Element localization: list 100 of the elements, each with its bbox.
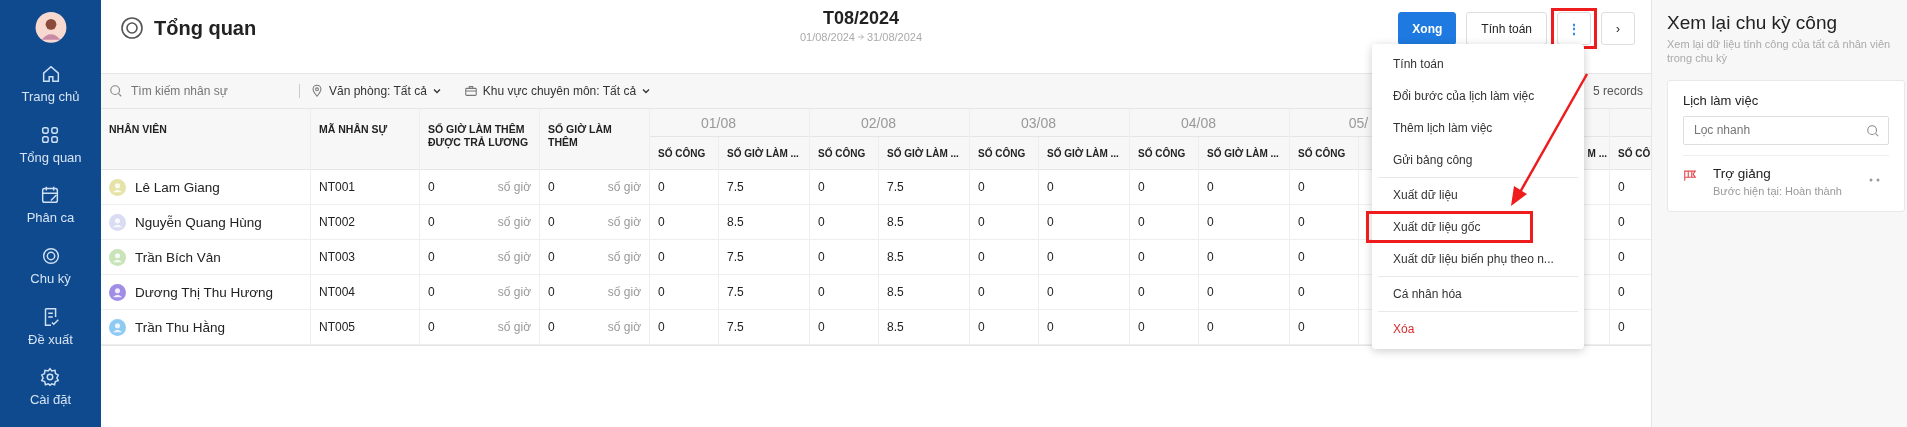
date-header: 01/08 <box>650 109 809 137</box>
menu-item[interactable]: Xuất dữ liệu gốc <box>1372 211 1584 243</box>
table-cell: 0 <box>970 240 1038 275</box>
table-cell: 0 <box>1290 275 1358 310</box>
unit-label: số giờ <box>497 320 531 334</box>
menu-item[interactable]: Đổi bước của lịch làm việc <box>1372 80 1584 112</box>
employee-name[interactable]: Lê Lam Giang <box>135 179 220 195</box>
location-pin-icon <box>310 84 324 98</box>
table-cell: 0 <box>1130 240 1198 275</box>
column-header: SỐ CÔ <box>1610 137 1651 170</box>
column-header: SỐ GIỜ LÀM ... <box>719 137 809 170</box>
table-cell: 0 <box>1290 170 1358 205</box>
chevron-down-icon <box>641 86 652 96</box>
chevron-down-icon <box>431 86 442 96</box>
table-cell: NT004 <box>311 275 419 310</box>
end-date: 31/08/2024 <box>867 31 923 43</box>
table-cell: 7.5 <box>719 310 809 345</box>
flag-icon <box>1683 168 1697 182</box>
table-cell: 0 <box>428 250 435 264</box>
table-cell: 8.5 <box>719 205 809 240</box>
table-cell: NT005 <box>311 310 419 345</box>
sidebar-item[interactable]: Đề xuất <box>28 305 73 367</box>
column-header: SỐ CÔNG <box>970 137 1038 170</box>
table-cell: 7.5 <box>719 275 809 310</box>
table-cell: 0 <box>810 275 878 310</box>
search-icon <box>1866 123 1880 138</box>
menu-item[interactable]: Xuất dữ liệu <box>1372 179 1584 211</box>
table-cell: 0 <box>1290 205 1358 240</box>
panel-title: Xem lại chu kỳ công <box>1667 12 1839 34</box>
table-cell: 0 <box>650 170 718 205</box>
panel-subtitle: Xem lại dữ liệu tính công của tất cả nhân viên trong chu kỳ <box>1667 38 1892 66</box>
employee-name[interactable]: Trần Bích Vân <box>135 249 221 265</box>
user-avatar[interactable] <box>34 12 67 43</box>
table-cell: 0 <box>970 310 1038 345</box>
calculate-button[interactable]: Tính toán <box>1466 12 1547 45</box>
table-cell: NT002 <box>311 205 419 240</box>
menu-item[interactable]: Cá nhân hóa <box>1372 278 1584 310</box>
schedule-name[interactable]: Trợ giảng <box>1713 165 1869 181</box>
table-cell: NT003 <box>311 240 419 275</box>
unit-label: số giờ <box>607 180 641 194</box>
page-title: Tổng quan <box>154 16 257 40</box>
unit-label: số giờ <box>607 320 641 334</box>
table-cell: 0 <box>428 215 435 229</box>
table-cell: 0 <box>548 285 555 299</box>
office-dropdown[interactable]: Văn phòng: Tất cả <box>310 84 442 98</box>
table-cell: 0 <box>428 180 435 194</box>
employee-name[interactable]: Nguyễn Quang Hùng <box>135 214 262 230</box>
table-cell: 8.5 <box>879 310 969 345</box>
table-cell: 0 <box>1130 205 1198 240</box>
more-icon[interactable] <box>1869 177 1881 182</box>
column-header: SỐ GIỜ LÀM ... <box>879 137 969 170</box>
table-cell: 8.5 <box>879 275 969 310</box>
table-cell: 0 <box>1039 310 1129 345</box>
search-field[interactable]: Tìm kiếm nhân sự <box>101 83 299 99</box>
menu-item[interactable]: Xuất dữ liệu biến phụ theo n... <box>1372 243 1584 275</box>
briefcase-icon <box>463 84 478 98</box>
date-header: 02/08 <box>810 109 969 137</box>
more-button[interactable]: ⋮ <box>1557 12 1591 45</box>
column-header: SỐ CÔNG <box>1290 137 1358 170</box>
table-cell: 0 <box>1039 275 1129 310</box>
start-date: 01/08/2024 <box>799 31 855 43</box>
table-cell: 0 <box>548 320 555 334</box>
table-cell: 0 <box>1199 170 1289 205</box>
sidebar-item[interactable]: Trang chủ <box>21 62 80 124</box>
sidebar-item[interactable]: Chu kỳ <box>30 244 71 306</box>
table-cell: 0 <box>428 320 435 334</box>
column-header: SỐ GIỜ LÀM ... <box>1039 137 1129 170</box>
table-cell: 0 <box>548 250 555 264</box>
table-cell: NT001 <box>311 170 419 205</box>
sidebar-item[interactable]: Tổng quan <box>19 123 82 185</box>
target-icon <box>120 16 144 40</box>
card-title: Lịch làm việc <box>1683 92 1760 108</box>
column-header: SỐ CÔNG <box>810 137 878 170</box>
filter-field[interactable]: Lọc nhanh <box>1683 115 1889 145</box>
employee-name[interactable]: Dương Thị Thu Hương <box>135 284 274 300</box>
table-cell: 0 <box>1199 205 1289 240</box>
done-button[interactable]: Xong <box>1398 12 1457 45</box>
table-cell: 0 <box>1039 170 1129 205</box>
table-cell: 0 <box>1290 240 1358 275</box>
table-cell: 0 <box>1199 310 1289 345</box>
unit-label: số giờ <box>607 250 641 264</box>
menu-item[interactable]: Tính toán <box>1372 48 1584 80</box>
employee-name[interactable]: Trần Thu Hằng <box>135 319 226 335</box>
search-icon <box>109 84 123 98</box>
sidebar-item[interactable]: Phân ca <box>26 184 75 245</box>
unit-label: số giờ <box>497 285 531 299</box>
sidebar-item[interactable]: Cài đặt <box>29 366 72 427</box>
table-cell: 0 <box>1130 275 1198 310</box>
unit-label: số giờ <box>497 180 531 194</box>
schedule-step: Bước hiện tại: Hoàn thành <box>1713 184 1869 197</box>
table-cell: 0 <box>650 275 718 310</box>
column-header: MÃ NHÂN SỰ <box>311 109 419 170</box>
area-dropdown[interactable]: Khu vực chuyên môn: Tất cả <box>463 84 652 98</box>
next-button[interactable]: › <box>1601 12 1635 45</box>
table-cell: 0 <box>970 170 1038 205</box>
unit-label: số giờ <box>497 250 531 264</box>
table-cell: 0 <box>1130 170 1198 205</box>
menu-item[interactable]: Xóa <box>1372 313 1584 345</box>
unit-label: số giờ <box>497 215 531 229</box>
date-header: 04/08 <box>1130 109 1289 137</box>
